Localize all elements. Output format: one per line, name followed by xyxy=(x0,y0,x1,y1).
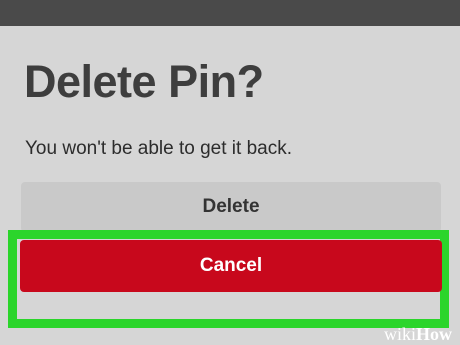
dialog-message: You won't be able to get it back. xyxy=(25,138,293,159)
cancel-button[interactable]: Cancel xyxy=(20,240,442,292)
wikihow-watermark: wikiHow xyxy=(384,325,452,343)
dialog-title: Delete Pin? xyxy=(24,56,264,107)
status-bar xyxy=(0,0,460,26)
watermark-part1: wiki xyxy=(383,324,416,344)
watermark-part2: How xyxy=(416,324,452,344)
delete-button[interactable]: Delete xyxy=(21,182,441,232)
